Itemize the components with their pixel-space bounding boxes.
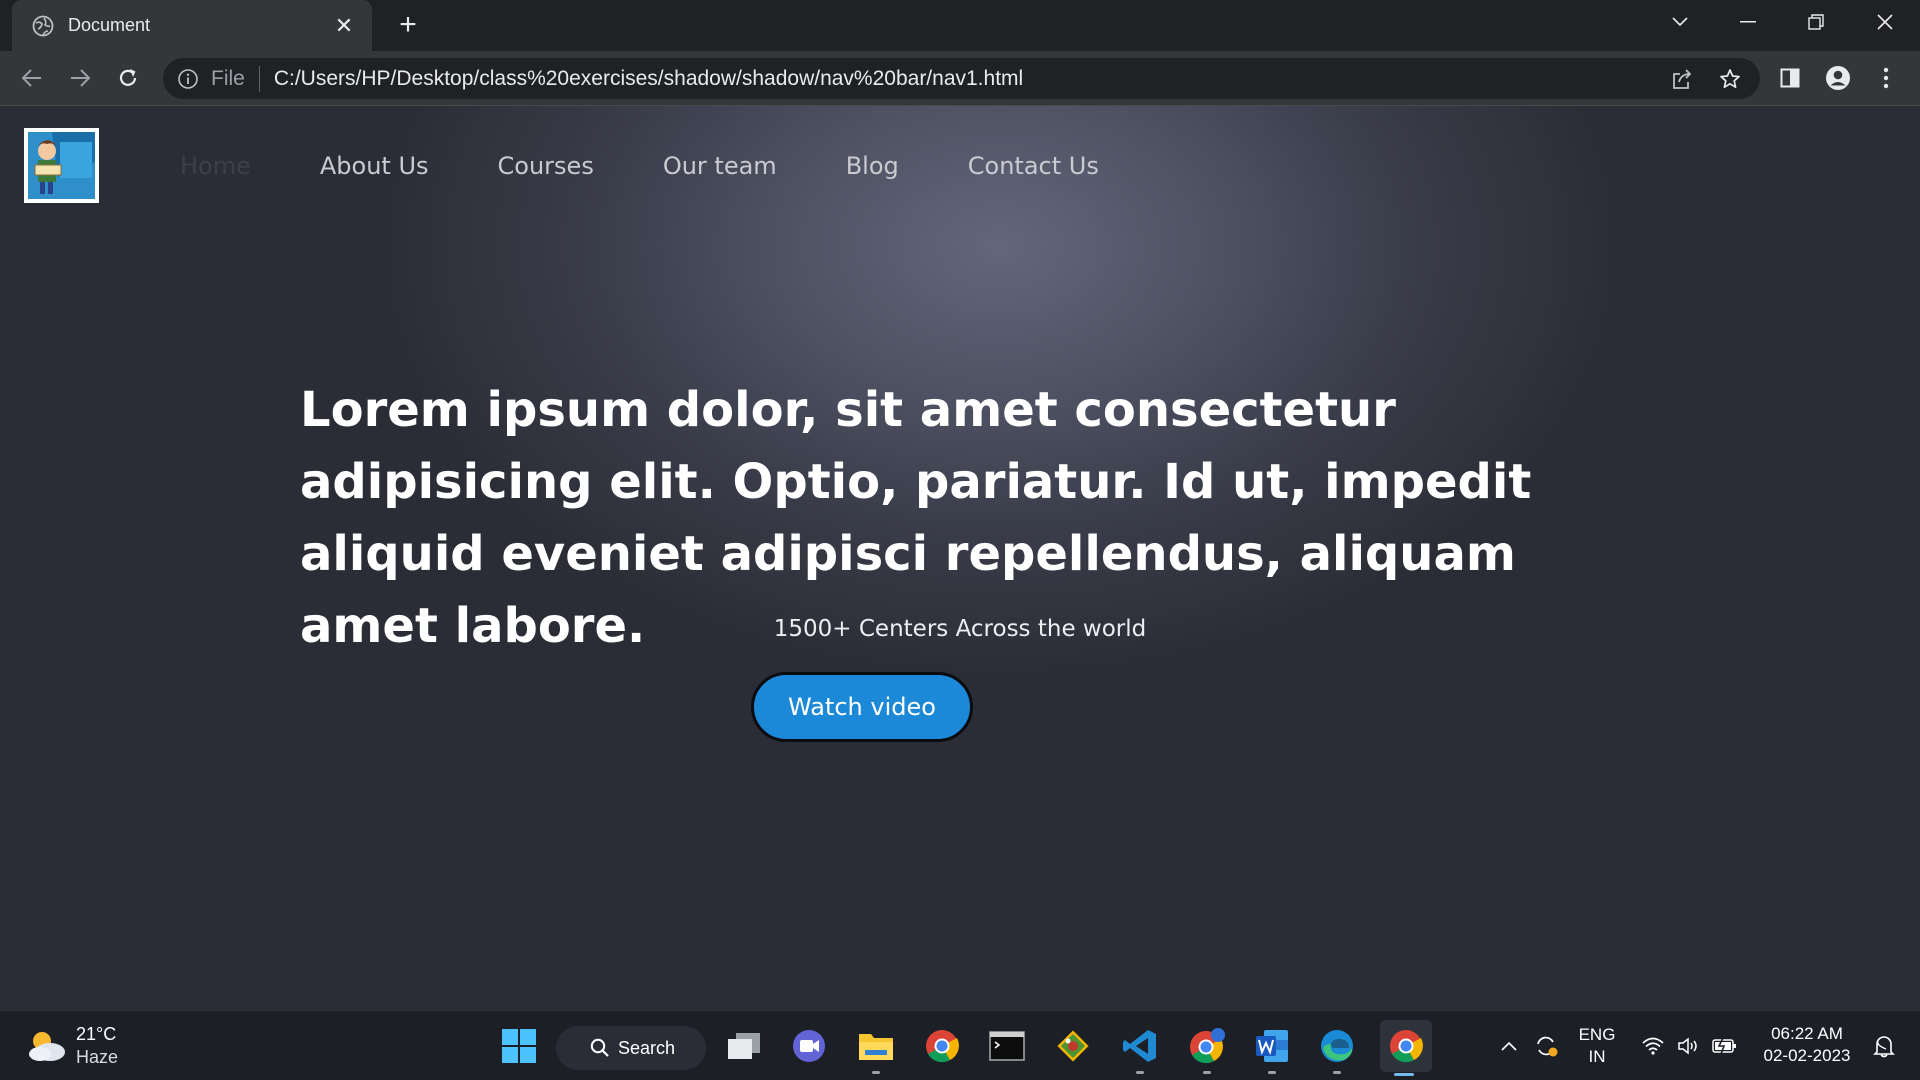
git-icon[interactable] [1049,1022,1097,1070]
task-view-icon[interactable] [720,1022,768,1070]
globe-icon [32,15,54,36]
nav-blog[interactable]: Blog [846,152,899,180]
notification-bell-icon[interactable] [1866,1022,1902,1070]
weather-widget[interactable]: 21°C Haze [26,1023,118,1069]
info-icon[interactable] [177,68,199,90]
language-indicator[interactable]: ENG IN [1574,1024,1620,1068]
minimize-button[interactable] [1718,0,1778,44]
word-icon[interactable] [1248,1022,1296,1074]
running-indicator [1268,1071,1276,1074]
vscode-icon[interactable] [1116,1022,1164,1074]
reload-button[interactable] [110,60,146,96]
hero-subtitle: 1500+ Centers Across the world [773,616,1147,642]
browser-toolbar: File C:/Users/HP/Desktop/class%20exercis… [0,51,1920,106]
nav-our-team[interactable]: Our team [663,152,777,180]
running-indicator [1333,1071,1341,1074]
start-icon[interactable] [495,1022,543,1070]
running-indicator [1203,1071,1211,1074]
volume-icon[interactable] [1672,1022,1706,1070]
nav-about-us[interactable]: About Us [320,152,429,180]
search-label: Search [618,1037,676,1058]
bookmark-star-icon[interactable] [1712,61,1748,97]
nav-courses[interactable]: Courses [498,152,594,180]
nav-home[interactable]: Home [180,152,251,180]
terminal-icon[interactable] [983,1022,1031,1070]
tab-title: Document [68,15,151,35]
chrome-active-icon[interactable] [1380,1020,1432,1076]
side-panel-icon[interactable] [1772,60,1808,96]
close-window-button[interactable] [1855,0,1915,44]
web-page: Home About Us Courses Our team Blog Cont… [0,106,1920,1010]
sync-icon[interactable] [1530,1022,1562,1070]
running-indicator [1394,1073,1414,1076]
taskbar: 21°C Haze Search ENG IN 06:22 AM 02-02-2… [0,1010,1920,1080]
url-text[interactable]: C:/Users/HP/Desktop/class%20exercises/sh… [274,67,1664,91]
back-button[interactable] [14,60,50,96]
site-logo[interactable] [24,128,99,203]
language-code: ENG [1578,1025,1616,1044]
menu-kebab-icon[interactable] [1868,60,1904,96]
weather-haze-icon [29,1032,65,1061]
show-hidden-icons-chevron-icon[interactable] [1495,1022,1523,1070]
nav-contact-us[interactable]: Contact Us [968,152,1099,180]
taskbar-search[interactable]: Search [556,1026,706,1070]
battery-charging-icon[interactable] [1708,1022,1742,1070]
file-explorer-icon[interactable] [852,1022,900,1074]
running-indicator [1136,1071,1144,1074]
chrome-icon[interactable] [918,1022,966,1070]
close-tab-icon[interactable]: ✕ [332,13,356,39]
watch-video-button[interactable]: Watch video [751,672,973,742]
search-icon [590,1038,609,1057]
omnibox-separator [258,65,260,92]
browser-tab[interactable]: Document ✕ [12,0,372,51]
clock-date: 02-02-2023 [1763,1046,1851,1065]
clock[interactable]: 06:22 AM 02-02-2023 [1758,1023,1856,1067]
restore-button[interactable] [1786,0,1846,44]
share-icon[interactable] [1664,61,1700,97]
chrome-canary-icon[interactable] [1183,1022,1231,1074]
address-bar[interactable]: File C:/Users/HP/Desktop/class%20exercis… [163,58,1760,99]
tab-search-icon[interactable] [1650,0,1710,44]
weather-condition: Haze [76,1047,119,1067]
weather-temp: 21°C [76,1024,117,1044]
edge-icon[interactable] [1313,1022,1361,1074]
tab-strip: Document ✕ + [0,0,1920,51]
profile-avatar-icon[interactable] [1820,60,1856,96]
teams-icon[interactable] [785,1022,833,1070]
forward-button[interactable] [62,60,98,96]
logo-image [28,132,95,199]
url-scheme: File [211,66,245,90]
new-tab-button[interactable]: + [390,8,426,44]
main-nav: Home About Us Courses Our team Blog Cont… [180,152,1168,180]
wifi-icon[interactable] [1636,1022,1670,1070]
region-code: IN [1588,1047,1606,1066]
running-indicator [872,1071,880,1074]
clock-time: 06:22 AM [1771,1024,1843,1043]
